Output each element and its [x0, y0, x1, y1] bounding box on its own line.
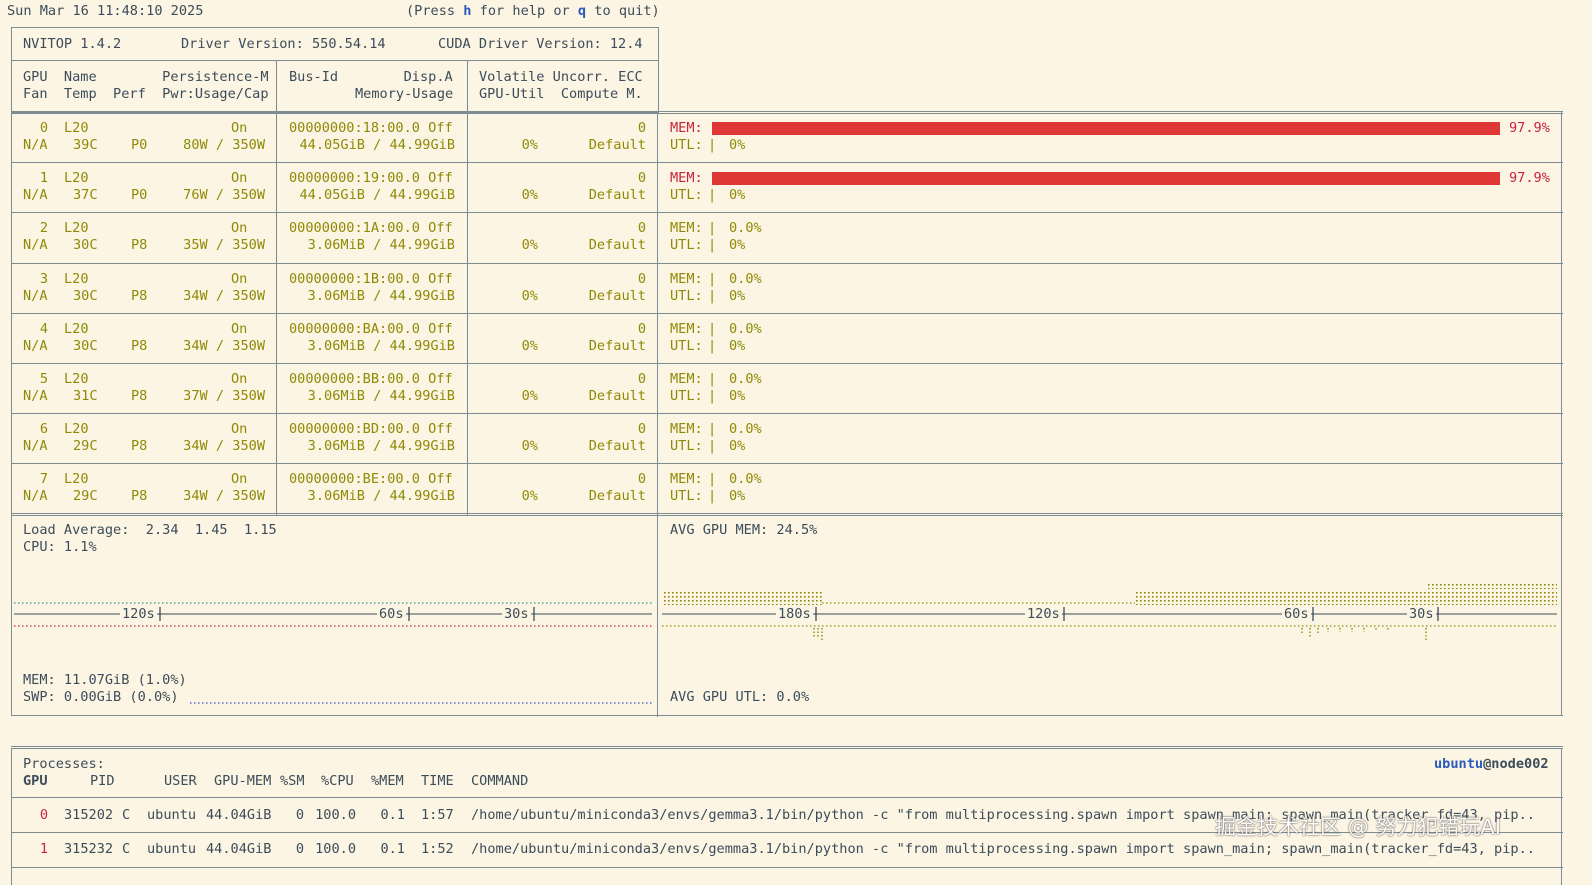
history-graphs — [14, 584, 1557, 704]
processes-right-border — [1561, 748, 1562, 885]
proc-time: 1:57 — [421, 807, 454, 823]
proc-command: /home/ubuntu/miniconda3/envs/gemma3.1/bi… — [471, 841, 1535, 857]
processes-top-border — [11, 746, 1563, 749]
gpu-tick-30s: 30s — [1407, 606, 1436, 623]
proc-header-cpu: %CPU — [321, 773, 354, 789]
proc-header-command: COMMAND — [471, 773, 529, 789]
proc-type: C — [122, 841, 131, 857]
watermark: 掘金技术社区 @ 努力犯错玩AI — [1215, 815, 1501, 839]
cpu-tick-60s: 60s — [377, 606, 406, 623]
proc-pid: 315202 — [64, 807, 114, 823]
proc-sm: 0 — [295, 807, 304, 823]
cpu-tick-30s: 30s — [502, 606, 531, 623]
processes-left-border — [11, 748, 12, 885]
proc-header-time: TIME — [421, 773, 454, 789]
proc-header-gpu: GPU — [23, 773, 48, 789]
proc-gpu-mem: 44.04GiB — [206, 841, 272, 857]
user-host: ubuntu@node002 — [1434, 756, 1549, 772]
proc-user: ubuntu — [147, 841, 197, 857]
processes-title: Processes: — [23, 756, 105, 772]
processes-header-divider — [11, 797, 1563, 798]
proc-mem: 0.1 — [380, 841, 405, 857]
proc-header-gpu-mem: GPU-MEM — [214, 773, 272, 789]
proc-header-pid: PID — [90, 773, 115, 789]
proc-gpu-mem: 44.04GiB — [206, 807, 272, 823]
proc-cpu: 100.0 — [315, 807, 356, 823]
proc-cpu: 100.0 — [315, 841, 356, 857]
processes-bottom-border — [11, 867, 1563, 868]
proc-time: 1:52 — [421, 841, 454, 857]
proc-user: ubuntu — [147, 807, 197, 823]
gpu-tick-120s: 120s — [1025, 606, 1062, 623]
proc-sm: 0 — [295, 841, 304, 857]
proc-header-user: USER — [164, 773, 197, 789]
proc-pid: 315232 — [64, 841, 114, 857]
proc-gpu: 0 — [39, 807, 48, 823]
gpu-tick-60s: 60s — [1282, 606, 1311, 623]
cpu-tick-120s: 120s — [120, 606, 157, 623]
proc-header-sm: %SM — [280, 773, 305, 789]
proc-type: C — [122, 807, 131, 823]
proc-gpu: 1 — [39, 841, 48, 857]
proc-mem: 0.1 — [380, 807, 405, 823]
proc-header-mem: %MEM — [371, 773, 404, 789]
gpu-tick-180s: 180s — [776, 606, 813, 623]
